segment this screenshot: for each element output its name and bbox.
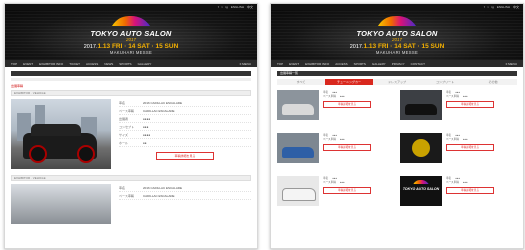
nav-item[interactable]: TICKET xyxy=(66,62,83,66)
spec-row: 車名 2016 CADILLAC ESCALADE xyxy=(119,184,251,192)
nav-item[interactable]: ACCESS xyxy=(332,62,350,66)
tab-tuning-car[interactable]: チューニングカー xyxy=(325,79,373,85)
hero-banner: TOKYO AUTO SALON 2017 2017.1.13 FRI · 14… xyxy=(271,10,523,60)
vehicle-detail-button[interactable]: 車輌詳細を見る xyxy=(323,187,371,194)
torn-edge xyxy=(5,238,257,248)
nav-item[interactable]: EVENT xyxy=(286,62,302,66)
vehicle-card[interactable]: 車名 ●●● ベース車輌 ●●● 車輌詳細を見る xyxy=(277,133,394,171)
menu-button[interactable]: ≡ MENU xyxy=(237,62,254,66)
car-logo-icon xyxy=(413,180,429,184)
entry-subheader: EXHIBITOR · VEHICLE xyxy=(11,175,251,181)
nav-item[interactable]: ACCESS xyxy=(83,62,101,66)
vehicle-photo[interactable] xyxy=(11,99,111,169)
spec-table: 車名 2016 CADILLAC ESCALADE ベース車輌 CADILLAC E… xyxy=(111,99,251,169)
vehicle-entry: 車名 2016 CADILLAC ESCALADE ベース車輌 CADILLAC E… xyxy=(11,99,251,169)
vehicle-detail-button[interactable]: 車輌詳細を見る xyxy=(156,152,214,160)
spec-row: ホール ●● xyxy=(119,139,251,147)
event-venue: MAKUHARI MESSE xyxy=(109,50,153,55)
vehicle-card[interactable]: 車名 ●●● ベース車輌 ●●● 車輌詳細を見る xyxy=(277,90,394,128)
nav-item[interactable]: TOP xyxy=(274,62,286,66)
vehicle-card[interactable]: TOKYO AUTO SALON 車名 ●●● ベース車輌 ●●● 車輌詳細を見る xyxy=(400,176,517,214)
logo-year: 2017 xyxy=(391,37,402,42)
category-tabs: すべて チューニングカー ドレスアップ コンプリート その他 xyxy=(277,79,517,85)
tab-dress-up[interactable]: ドレスアップ xyxy=(373,79,421,85)
nav-item[interactable]: SPORTS xyxy=(116,62,134,66)
entry-subheader: EXHIBITOR · VEHICLE xyxy=(11,90,251,96)
nav-item[interactable]: TOP xyxy=(8,62,20,66)
vehicle-detail-button[interactable]: 車輌詳細を見る xyxy=(323,144,371,151)
vehicle-card[interactable]: 車名 ●●● ベース車輌 ●●● 車輌詳細を見る xyxy=(400,133,517,171)
nav-item[interactable]: CONTACT xyxy=(408,62,428,66)
nav-item[interactable]: NEWS xyxy=(101,62,116,66)
vehicle-entry: 車名 2016 CADILLAC ESCALADE ベース車輌 CADILLAC E… xyxy=(11,184,251,224)
nav-item[interactable]: SPORTS xyxy=(351,62,369,66)
vehicle-grid: 車名 ●●● ベース車輌 ●●● 車輌詳細を見る 車名 ●●● ベース車輌 ●●● 車輌… xyxy=(277,90,517,214)
nav-item[interactable]: EVENT xyxy=(20,62,36,66)
spec-row: ベース車輌 CADILLAC ESCALADE xyxy=(119,192,251,200)
vehicle-thumbnail[interactable] xyxy=(277,90,319,120)
nav-item[interactable]: EXHIBITOR INFO xyxy=(36,62,66,66)
spec-row: サイズ ●●●● xyxy=(119,131,251,139)
section-label: 出展車輌 xyxy=(11,84,24,88)
nav-item[interactable]: PRIVACY xyxy=(389,62,408,66)
main-nav: TOP EVENT EXHIBITOR INFO ACCESS SPORTS G… xyxy=(271,60,523,67)
tab-all[interactable]: すべて xyxy=(277,79,325,85)
event-dates: 2017.1.13 FRI · 14 SAT · 15 SUN xyxy=(349,43,445,50)
logo-year: 2017 xyxy=(125,37,136,42)
vehicle-thumbnail[interactable] xyxy=(400,133,442,163)
hero-banner: TOKYO AUTO SALON 2017 2017.1.13 FRI · 14… xyxy=(5,10,257,60)
event-dates: 2017.1.13 FRI · 14 SAT · 15 SUN xyxy=(83,43,179,50)
vehicle-detail-button[interactable]: 車輌詳細を見る xyxy=(323,101,371,108)
section-bar xyxy=(11,71,251,76)
list-content: 出展車輌一覧 すべて チューニングカー ドレスアップ コンプリート その他 車名… xyxy=(271,71,523,214)
detail-page-mockup: f t ig ENGLISH 中文 TOKYO AUTO SALON 2017 … xyxy=(4,3,258,249)
vehicle-thumbnail[interactable] xyxy=(400,90,442,120)
nav-item[interactable]: GALLERY xyxy=(369,62,389,66)
car-logo-icon xyxy=(378,16,416,26)
torn-edge xyxy=(271,238,523,248)
detail-content: 出展車輌 EXHIBITOR · VEHICLE 車名 2016 CADILLAC… xyxy=(5,71,257,224)
spec-row: 出展者 ●●●● xyxy=(119,115,251,123)
tab-complete[interactable]: コンプリート xyxy=(421,79,469,85)
event-venue: MAKUHARI MESSE xyxy=(375,50,419,55)
list-title: 出展車輌一覧 xyxy=(277,71,517,76)
breadcrumb xyxy=(11,78,251,81)
vehicle-thumbnail[interactable] xyxy=(277,176,319,206)
car-logo-icon xyxy=(112,16,150,26)
vehicle-card[interactable]: 車名 ●●● ベース車輌 ●●● 車輌詳細を見る xyxy=(400,90,517,128)
main-nav: TOP EVENT EXHIBITOR INFO TICKET ACCESS N… xyxy=(5,60,257,67)
nav-item[interactable]: GALLERY xyxy=(135,62,155,66)
list-page-mockup: f t ig ENGLISH 中文 TOKYO AUTO SALON 2017 … xyxy=(270,3,524,249)
vehicle-photo[interactable] xyxy=(11,184,111,224)
tab-other[interactable]: その他 xyxy=(469,79,517,85)
spec-row: ベース車輌 CADILLAC ESCALADE xyxy=(119,107,251,115)
nav-item[interactable]: EXHIBITOR INFO xyxy=(302,62,332,66)
vehicle-detail-button[interactable]: 車輌詳細を見る xyxy=(446,187,494,194)
spec-row: コンセプト ●●● xyxy=(119,123,251,131)
vehicle-thumbnail[interactable]: TOKYO AUTO SALON xyxy=(400,176,442,206)
vehicle-thumbnail[interactable] xyxy=(277,133,319,163)
vehicle-detail-button[interactable]: 車輌詳細を見る xyxy=(446,101,494,108)
spec-row: 車名 2016 CADILLAC ESCALADE xyxy=(119,99,251,107)
vehicle-card[interactable]: 車名 ●●● ベース車輌 ●●● 車輌詳細を見る xyxy=(277,176,394,214)
logo-placeholder-text: TOKYO AUTO SALON xyxy=(402,187,440,191)
vehicle-detail-button[interactable]: 車輌詳細を見る xyxy=(446,144,494,151)
menu-button[interactable]: ≡ MENU xyxy=(503,62,520,66)
